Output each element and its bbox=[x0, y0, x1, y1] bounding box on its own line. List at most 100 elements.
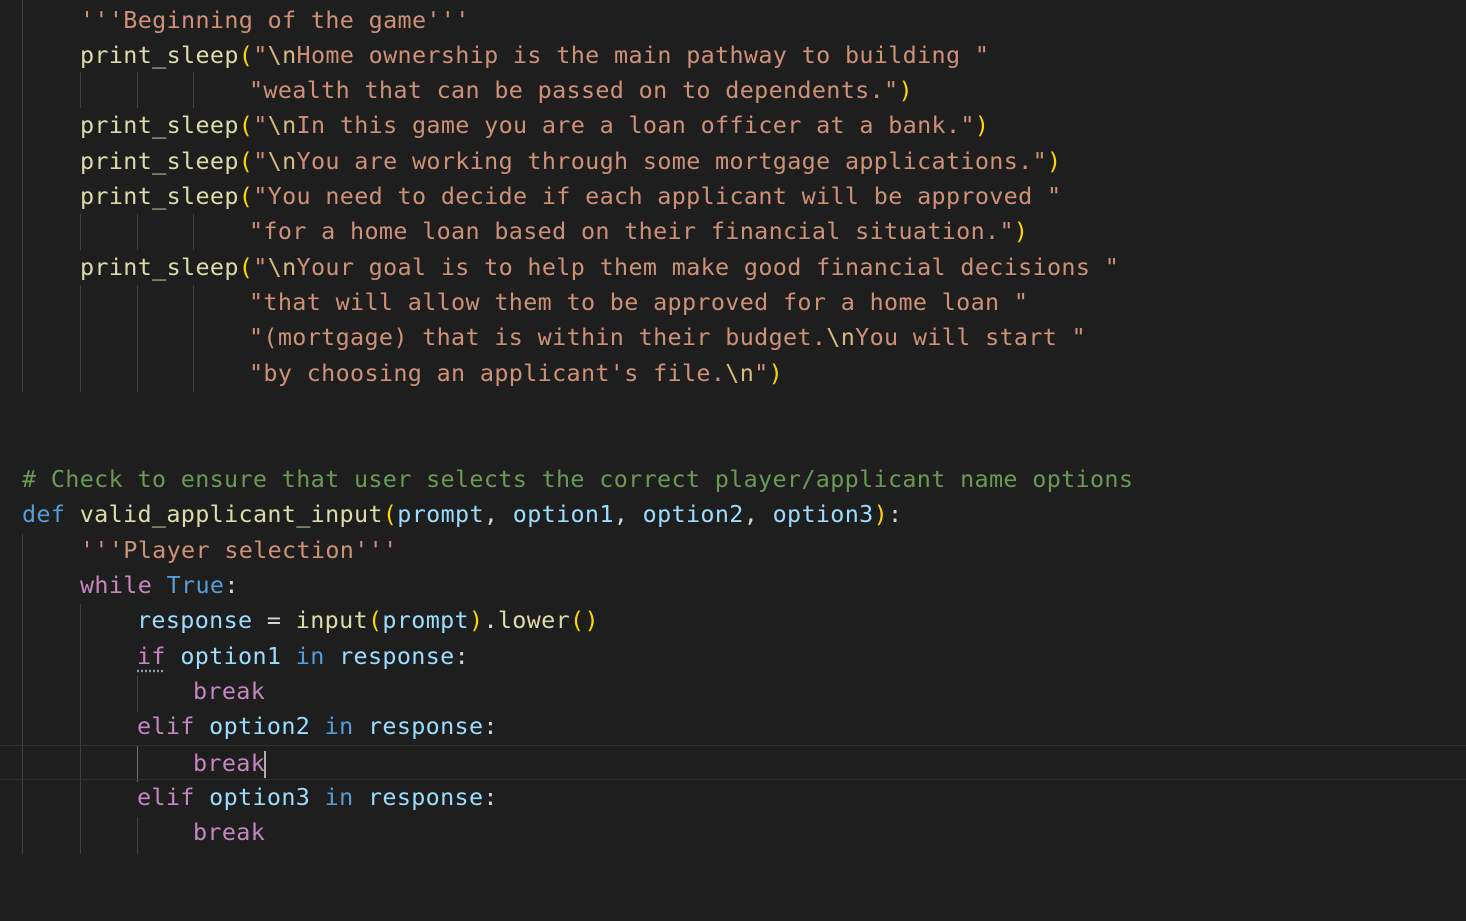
function-call: print_sleep bbox=[80, 182, 239, 210]
string-literal: "(mortgage) that is within their budget. bbox=[249, 323, 827, 351]
code-line[interactable]: print_sleep("\nIn this game you are a lo… bbox=[0, 108, 1466, 143]
variable: response bbox=[367, 712, 484, 740]
code-line[interactable]: elif option3 in response: bbox=[0, 780, 1466, 815]
code-line[interactable]: '''Beginning of the game''' bbox=[0, 3, 1466, 38]
parameter: option2 bbox=[642, 500, 744, 528]
escape-sequence: \n bbox=[267, 41, 297, 69]
code-line[interactable]: "wealth that can be passed on to depende… bbox=[0, 73, 1466, 108]
code-line[interactable]: "that will allow them to be approved for… bbox=[0, 285, 1466, 320]
code-line[interactable]: "by choosing an applicant's file.\n") bbox=[0, 356, 1466, 391]
operator: = bbox=[252, 606, 296, 634]
escape-sequence: \n bbox=[267, 111, 297, 139]
string-literal: You will start " bbox=[855, 323, 1087, 351]
bracket: ( bbox=[238, 147, 254, 175]
code-line[interactable]: if option1 in response: bbox=[0, 639, 1466, 674]
colon: : bbox=[483, 783, 498, 811]
bracket: ( bbox=[238, 111, 254, 139]
string-literal: " bbox=[253, 111, 268, 139]
docstring: '''Player selection''' bbox=[80, 536, 398, 564]
escape-sequence: \n bbox=[826, 323, 856, 351]
function-call: input bbox=[295, 606, 368, 634]
string-literal: "by choosing an applicant's file. bbox=[249, 359, 726, 387]
code-line[interactable]: response = input(prompt).lower() bbox=[0, 603, 1466, 638]
variable: response bbox=[137, 606, 253, 634]
separator: , bbox=[483, 500, 513, 528]
code-line[interactable]: print_sleep("\nYour goal is to help them… bbox=[0, 250, 1466, 285]
function-call: print_sleep bbox=[80, 41, 239, 69]
bracket: ) bbox=[469, 606, 484, 634]
bracket: ) bbox=[584, 606, 599, 634]
colon: : bbox=[224, 571, 239, 599]
colon: : bbox=[888, 500, 903, 528]
keyword-break: break bbox=[193, 818, 266, 846]
keyword-in: in bbox=[295, 642, 325, 670]
keyword-in: in bbox=[324, 783, 354, 811]
string-literal: "You need to decide if each applicant wi… bbox=[253, 182, 1062, 210]
string-literal: "wealth that can be passed on to depende… bbox=[249, 76, 899, 104]
separator: , bbox=[743, 500, 773, 528]
dot: . bbox=[483, 606, 498, 634]
keyword-break: break bbox=[193, 749, 266, 777]
escape-sequence: \n bbox=[267, 253, 297, 281]
code-line[interactable]: print_sleep("\nHome ownership is the mai… bbox=[0, 38, 1466, 73]
function-name: valid_applicant_input bbox=[79, 500, 383, 528]
colon: : bbox=[454, 642, 469, 670]
bracket: ) bbox=[1047, 147, 1062, 175]
bracket: ( bbox=[367, 606, 383, 634]
keyword-in: in bbox=[324, 712, 354, 740]
code-line[interactable]: break bbox=[0, 815, 1466, 850]
keyword-elif: elif bbox=[137, 712, 195, 740]
bracket: ( bbox=[238, 41, 254, 69]
variable: response bbox=[339, 642, 455, 670]
bracket: ) bbox=[1013, 217, 1029, 245]
parameter: prompt bbox=[397, 500, 484, 528]
keyword-def: def bbox=[22, 500, 66, 528]
code-line[interactable]: print_sleep("\nYou are working through s… bbox=[0, 144, 1466, 179]
keyword-if[interactable]: if bbox=[137, 642, 166, 670]
code-line[interactable]: while True: bbox=[0, 568, 1466, 603]
current-code-line[interactable]: break bbox=[0, 745, 1466, 781]
code-line[interactable]: "(mortgage) that is within their budget.… bbox=[0, 320, 1466, 355]
constant-true: True bbox=[166, 571, 225, 599]
code-line[interactable]: def valid_applicant_input(prompt, option… bbox=[0, 497, 1466, 532]
bracket: ( bbox=[238, 253, 254, 281]
bracket: ) bbox=[873, 500, 889, 528]
docstring: '''Beginning of the game''' bbox=[80, 6, 470, 34]
bracket: ( bbox=[382, 500, 398, 528]
keyword-while: while bbox=[80, 571, 153, 599]
code-line[interactable]: elif option2 in response: bbox=[0, 709, 1466, 744]
variable: option3 bbox=[209, 783, 311, 811]
string-literal: " bbox=[253, 41, 268, 69]
string-literal: " bbox=[253, 147, 268, 175]
keyword-elif: elif bbox=[137, 783, 195, 811]
bracket: ) bbox=[898, 76, 913, 104]
string-literal: Home ownership is the main pathway to bu… bbox=[296, 41, 990, 69]
string-literal: You are working through some mortgage ap… bbox=[296, 147, 1047, 175]
parameter: option1 bbox=[512, 500, 614, 528]
string-literal: " bbox=[253, 253, 268, 281]
function-call: print_sleep bbox=[80, 111, 239, 139]
function-call: print_sleep bbox=[80, 253, 239, 281]
separator: , bbox=[613, 500, 643, 528]
colon: : bbox=[483, 712, 498, 740]
variable: option1 bbox=[180, 642, 282, 670]
text-cursor bbox=[264, 751, 267, 778]
code-line[interactable]: '''Player selection''' bbox=[0, 533, 1466, 568]
code-editor[interactable]: '''Beginning of the game''' print_sleep(… bbox=[0, 0, 1466, 854]
code-line[interactable]: # Check to ensure that user selects the … bbox=[0, 462, 1466, 497]
code-line[interactable]: break bbox=[0, 674, 1466, 709]
bracket: ( bbox=[570, 606, 585, 634]
variable: response bbox=[367, 783, 484, 811]
string-literal: "for a home loan based on their financia… bbox=[249, 217, 1014, 245]
escape-sequence: \n bbox=[725, 359, 755, 387]
bracket: ) bbox=[974, 111, 990, 139]
variable: option2 bbox=[209, 712, 311, 740]
keyword-break: break bbox=[193, 677, 266, 705]
code-line[interactable]: print_sleep("You need to decide if each … bbox=[0, 179, 1466, 214]
comment: # Check to ensure that user selects the … bbox=[22, 465, 1134, 493]
string-literal: "that will allow them to be approved for… bbox=[249, 288, 1029, 316]
string-literal: In this game you are a loan officer at a… bbox=[296, 111, 975, 139]
method-call: lower bbox=[497, 606, 571, 634]
argument: prompt bbox=[382, 606, 469, 634]
code-line[interactable]: "for a home loan based on their financia… bbox=[0, 214, 1466, 249]
